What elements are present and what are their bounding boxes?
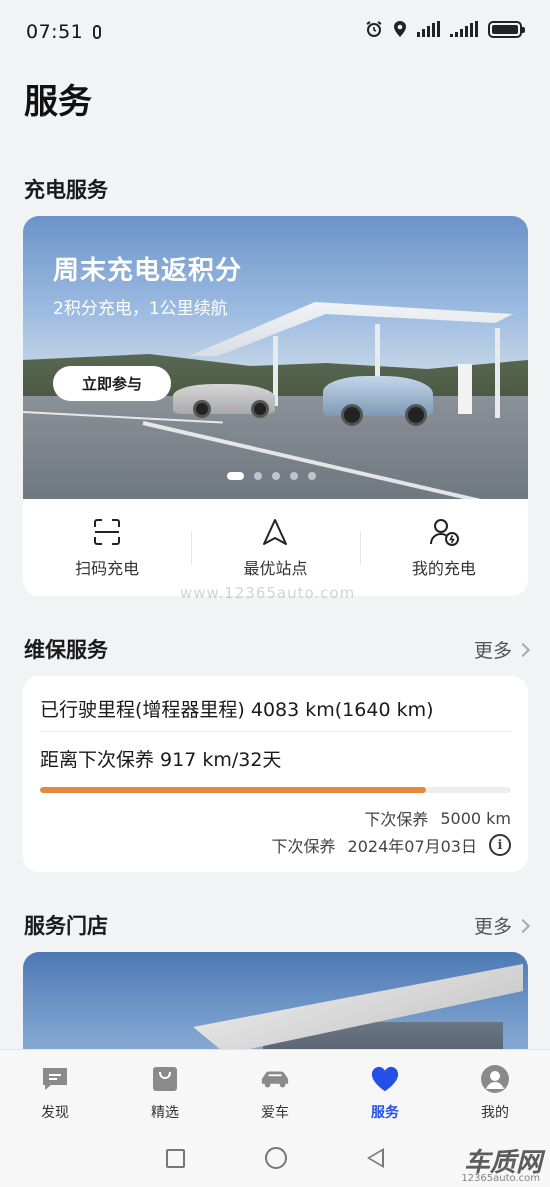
scan-charge-button[interactable]: 扫码充电 — [23, 499, 191, 596]
carousel-dot — [254, 472, 262, 480]
more-label: 更多 — [473, 640, 512, 662]
chevron-right-icon — [515, 918, 531, 933]
charging-quick-actions: 扫码充电 最优站点 我的充电 — [23, 499, 528, 596]
next-service-date-label: 下次保养 — [271, 837, 336, 856]
discover-icon — [40, 1064, 70, 1094]
tab-discover[interactable]: 发现 — [0, 1064, 110, 1122]
maintenance-progress-bar — [40, 787, 511, 793]
next-service-km: 5000 km — [440, 808, 511, 828]
signal-2-icon — [450, 21, 478, 37]
maintenance-card[interactable]: 已行驶里程(增程器里程) 4083 km(1640 km) 距离下次保养 917… — [23, 676, 528, 872]
heart-icon — [370, 1064, 400, 1094]
quick-action-label: 扫码充电 — [75, 558, 140, 578]
tab-my-car[interactable]: 爱车 — [220, 1064, 330, 1122]
tab-label: 爱车 — [261, 1105, 289, 1121]
page-title: 服务 — [24, 82, 92, 122]
progress-fill — [40, 787, 427, 793]
mileage-text: 已行驶里程(增程器里程) 4083 km(1640 km) — [40, 699, 434, 721]
chevron-right-icon — [515, 642, 531, 657]
my-charging-button[interactable]: 我的充电 — [359, 499, 528, 596]
status-bar: 07:51 — [0, 0, 550, 64]
carousel-dot — [227, 472, 244, 480]
next-service-label: 下次保养 — [364, 810, 429, 829]
shopping-bag-icon — [150, 1064, 180, 1094]
carousel-dot — [290, 472, 298, 480]
banner-headline: 周末充电返积分 — [53, 256, 243, 286]
recent-apps-icon[interactable] — [166, 1148, 185, 1168]
tab-label: 发现 — [41, 1105, 69, 1121]
maintenance-more-link[interactable]: 更多 — [473, 636, 531, 663]
join-now-button[interactable]: 立即参与 — [53, 366, 171, 401]
carousel-indicator — [227, 472, 316, 480]
signal-icon — [417, 21, 440, 37]
more-label: 更多 — [473, 916, 512, 938]
quick-action-label: 最优站点 — [243, 558, 308, 578]
next-service-km-row: 下次保养 5000 km — [364, 806, 511, 830]
maintenance-section-title: 维保服务 — [24, 638, 108, 662]
carousel-dot — [272, 472, 280, 480]
corner-logo-sub: 12365auto.com — [461, 1173, 540, 1184]
location-icon — [394, 21, 406, 37]
quick-action-label: 我的充电 — [411, 558, 476, 578]
tab-label: 服务 — [371, 1105, 399, 1121]
charging-card: 周末充电返积分 2积分充电，1公里续航 立即参与 扫码充电 最优站点 我的充电 — [23, 216, 528, 596]
next-service-distance: 距离下次保养 917 km/32天 — [40, 749, 282, 771]
carousel-dot — [308, 472, 316, 480]
tab-service[interactable]: 服务 — [330, 1064, 440, 1122]
charging-section-title: 充电服务 — [24, 178, 108, 202]
tab-label: 精选 — [151, 1105, 179, 1121]
divider — [40, 731, 511, 732]
promo-banner[interactable]: 周末充电返积分 2积分充电，1公里续航 立即参与 — [23, 216, 528, 499]
stores-more-link[interactable]: 更多 — [473, 912, 531, 939]
status-icons — [365, 20, 525, 38]
user-charge-icon — [429, 518, 459, 546]
vibrate-icon — [93, 25, 102, 39]
battery-icon — [488, 20, 525, 38]
navigation-icon — [263, 518, 288, 545]
stores-section-title: 服务门店 — [24, 914, 108, 938]
home-icon[interactable] — [265, 1147, 287, 1169]
best-station-button[interactable]: 最优站点 — [191, 499, 359, 596]
scan-icon — [94, 518, 121, 545]
banner-subtitle: 2积分充电，1公里续航 — [53, 299, 228, 319]
watermark: www.12365auto.com — [180, 584, 356, 602]
tab-selected[interactable]: 精选 — [110, 1064, 220, 1122]
tab-label: 我的 — [481, 1105, 509, 1121]
back-icon[interactable] — [367, 1148, 384, 1168]
alarm-icon — [366, 21, 382, 37]
next-service-date: 2024年07月03日 — [347, 837, 477, 856]
info-icon[interactable]: i — [489, 834, 511, 856]
status-time: 07:51 — [26, 21, 84, 43]
next-service-date-row: 下次保养 2024年07月03日 i — [272, 833, 511, 857]
car-icon — [260, 1064, 290, 1094]
profile-icon — [480, 1064, 510, 1094]
tab-profile[interactable]: 我的 — [440, 1064, 550, 1122]
